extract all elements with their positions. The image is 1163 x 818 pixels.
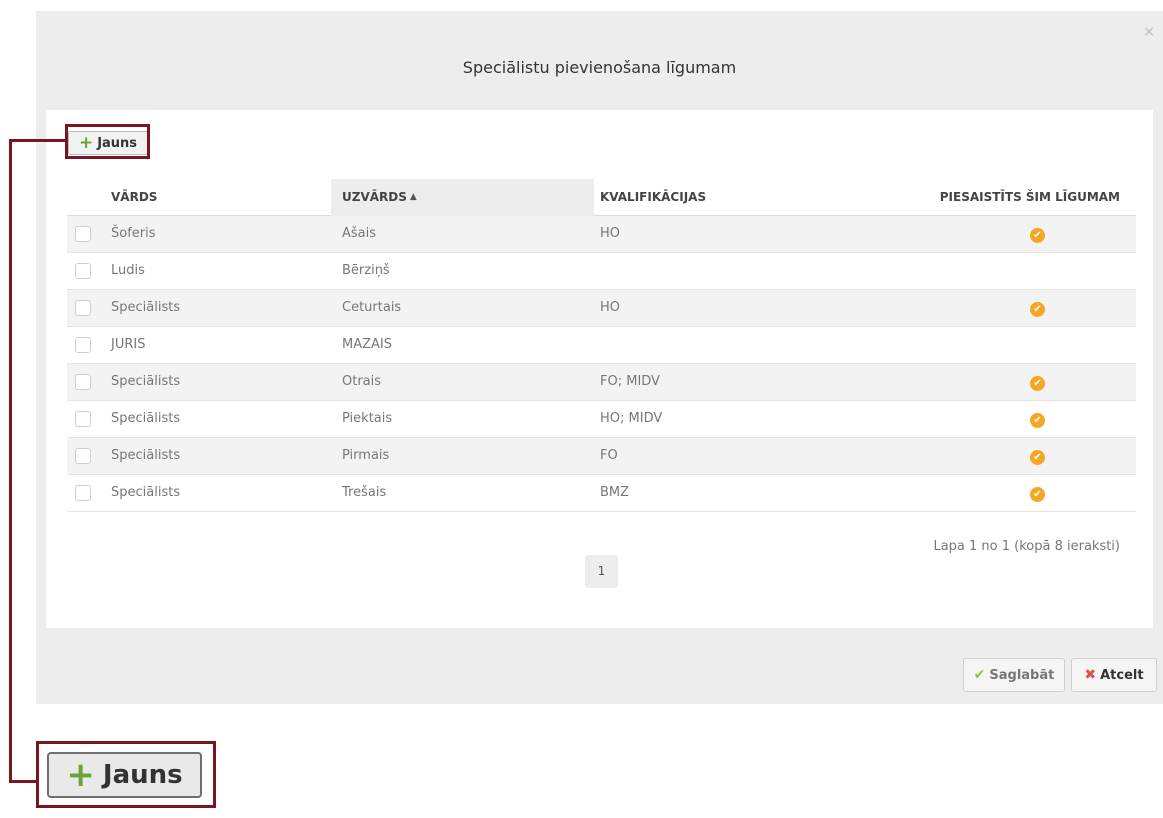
cell-surname: Bērziņš [342, 263, 390, 278]
cross-icon: ✖ [1084, 667, 1097, 683]
table-row[interactable]: Speciālists Pirmais FO ✔ [67, 438, 1136, 475]
highlight-box-new-button [65, 124, 150, 159]
cell-name: Šoferis [111, 226, 156, 241]
cell-qualifications: HO [600, 226, 621, 241]
caret-up-icon: ▲ [409, 192, 417, 202]
cancel-button[interactable]: ✖ Atcelt [1071, 658, 1157, 692]
modal-title: Speciālistu pievienošana līgumam [462, 58, 737, 77]
cell-surname: Trešais [342, 485, 387, 500]
row-checkbox[interactable] [75, 411, 91, 427]
cell-name: Speciālists [111, 300, 181, 315]
attached-check-icon: ✔ [1030, 376, 1045, 391]
cell-surname: Ceturtais [342, 300, 402, 315]
cell-qualifications: BMZ [600, 485, 630, 500]
cell-name: Ludis [111, 263, 145, 278]
attached-check-icon: ✔ [1030, 302, 1045, 317]
attached-check-icon: ✔ [1030, 413, 1045, 428]
specialists-table: VĀRDS UZVĀRDS ▲ KVALIFIKĀCIJAS PIESAISTĪT… [67, 179, 1136, 512]
cell-name: Speciālists [111, 374, 181, 389]
new-label-zoomed: Jauns [102, 760, 183, 790]
cell-surname: MAZAIS [342, 337, 392, 352]
row-checkbox[interactable] [75, 300, 91, 316]
attached-check-icon: ✔ [1030, 228, 1045, 243]
callout-line [9, 139, 12, 783]
attached-check-icon: ✔ [1030, 450, 1045, 465]
cell-qualifications: HO [600, 300, 621, 315]
column-header-name[interactable]: VĀRDS [111, 179, 331, 216]
row-checkbox[interactable] [75, 337, 91, 353]
save-label: Saglabāt [989, 667, 1055, 683]
row-checkbox[interactable] [75, 374, 91, 390]
cell-qualifications: HO; MIDV [600, 411, 663, 426]
column-header-attached[interactable]: PIESAISTĪTS ŠIM LĪGUMAM [940, 179, 1120, 216]
cell-name: Speciālists [111, 448, 181, 463]
table-row[interactable]: Ludis Bērziņš [67, 253, 1136, 290]
table-row[interactable]: Speciālists Trešais BMZ ✔ [67, 475, 1136, 512]
table-row[interactable]: Speciālists Piektais HO; MIDV ✔ [67, 401, 1136, 438]
column-header-surname[interactable]: UZVĀRDS ▲ [331, 179, 594, 216]
row-checkbox[interactable] [75, 448, 91, 464]
save-button[interactable]: ✔ Saglabāt [963, 658, 1065, 692]
row-checkbox[interactable] [75, 485, 91, 501]
attached-check-icon: ✔ [1030, 487, 1045, 502]
table-row[interactable]: JURIS MAZAIS [67, 327, 1136, 364]
pagination-info: Lapa 1 no 1 (kopā 8 ieraksti) [933, 539, 1120, 554]
table-row[interactable]: Šoferis Ašais HO ✔ [67, 216, 1136, 253]
close-icon[interactable]: × [1143, 25, 1155, 39]
callout-line [9, 780, 38, 783]
cell-surname: Ašais [342, 226, 377, 241]
table-row[interactable]: Speciālists Ceturtais HO ✔ [67, 290, 1136, 327]
cancel-label: Atcelt [1100, 667, 1144, 683]
page-button-1[interactable]: 1 [585, 555, 618, 588]
cell-qualifications: FO [600, 448, 618, 463]
column-header-surname-label: UZVĀRDS [342, 190, 407, 204]
cell-surname: Pirmais [342, 448, 390, 463]
callout-line [9, 139, 67, 142]
cell-surname: Piektais [342, 411, 393, 426]
checkmark-icon: ✔ [973, 667, 986, 683]
table-body: Šoferis Ašais HO ✔ Ludis Bērziņš Speciālists Ce… [67, 216, 1136, 512]
table-row[interactable]: Speciālists Otrais FO; MIDV ✔ [67, 364, 1136, 401]
row-checkbox[interactable] [75, 263, 91, 279]
cell-qualifications: FO; MIDV [600, 374, 660, 389]
cell-name: Speciālists [111, 485, 181, 500]
new-button-zoomed: + Jauns [47, 752, 202, 798]
table-header: VĀRDS UZVĀRDS ▲ KVALIFIKĀCIJAS PIESAISTĪT… [67, 179, 1136, 216]
cell-name: JURIS [111, 337, 146, 352]
cell-name: Speciālists [111, 411, 181, 426]
column-header-qualifications[interactable]: KVALIFIKĀCIJAS [600, 179, 800, 216]
plus-icon: + [66, 755, 95, 795]
cell-surname: Otrais [342, 374, 382, 389]
row-checkbox[interactable] [75, 226, 91, 242]
